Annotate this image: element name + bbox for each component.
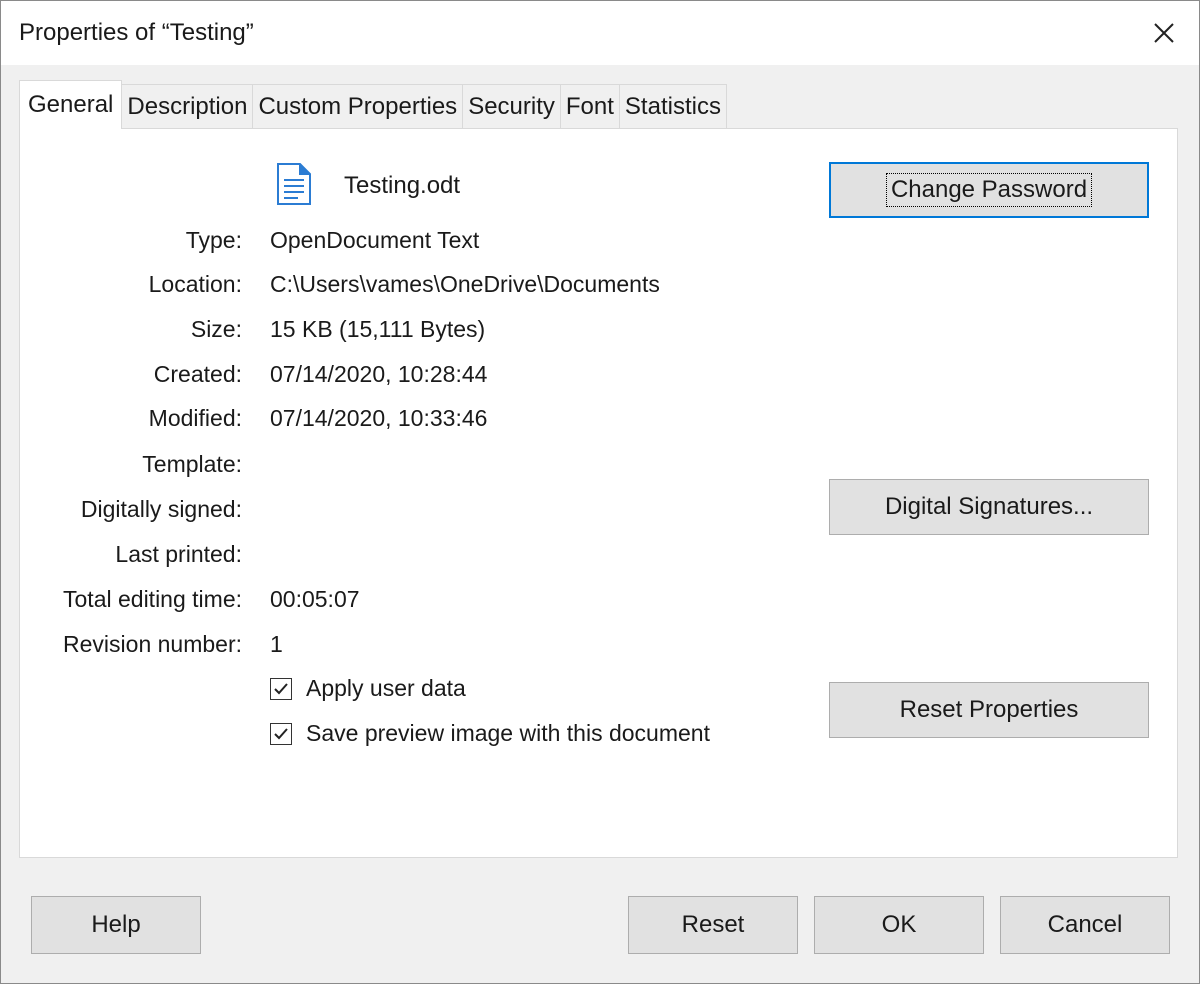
checkbox-box[interactable]: [270, 677, 292, 700]
close-button[interactable]: [1129, 1, 1199, 65]
tab-custom-properties[interactable]: Custom Properties: [252, 84, 464, 129]
apply-user-data-checkbox[interactable]: Apply user data: [270, 675, 466, 702]
type-label: Type:: [185, 227, 242, 253]
checkbox-box[interactable]: [270, 722, 292, 745]
checkmark-icon: [274, 682, 288, 694]
change-password-label: Change Password: [885, 173, 1093, 207]
ok-button[interactable]: OK: [814, 896, 984, 954]
modified-label: Modified:: [148, 405, 242, 431]
dialog-title: Properties of “Testing”: [19, 19, 254, 46]
help-button[interactable]: Help: [31, 896, 201, 954]
total-editing-time-label: Total editing time:: [63, 586, 242, 612]
tab-bar: General Description Custom Properties Se…: [19, 80, 727, 129]
reset-button[interactable]: Reset: [628, 896, 798, 954]
change-password-button[interactable]: Change Password: [829, 162, 1149, 218]
last-printed-label: Last printed:: [115, 541, 242, 567]
save-preview-checkbox[interactable]: Save preview image with this document: [270, 720, 710, 747]
file-name: Testing.odt: [344, 172, 461, 199]
digitally-signed-label: Digitally signed:: [80, 496, 242, 522]
revision-number-value: 1: [270, 631, 283, 657]
created-value: 07/14/2020, 10:28:44: [270, 361, 488, 387]
digital-signatures-button[interactable]: Digital Signatures...: [829, 479, 1149, 535]
close-icon: [1154, 23, 1174, 43]
apply-user-data-label: Apply user data: [306, 675, 466, 701]
location-value: C:\Users\vames\OneDrive\Documents: [270, 271, 660, 297]
tab-security[interactable]: Security: [462, 84, 561, 129]
tab-font[interactable]: Font: [559, 84, 620, 129]
total-editing-time-value: 00:05:07: [270, 586, 360, 612]
document-icon: [277, 163, 311, 205]
template-label: Template:: [142, 451, 242, 477]
title-bar: Properties of “Testing”: [1, 1, 1199, 65]
size-value: 15 KB (15,111 Bytes): [270, 316, 486, 342]
modified-value: 07/14/2020, 10:33:46: [270, 405, 488, 431]
location-label: Location:: [148, 271, 242, 297]
size-label: Size:: [190, 316, 242, 342]
created-label: Created:: [153, 361, 242, 387]
reset-properties-button[interactable]: Reset Properties: [829, 682, 1149, 738]
checkmark-icon: [274, 727, 288, 739]
tab-description[interactable]: Description: [121, 84, 254, 129]
save-preview-label: Save preview image with this document: [306, 720, 710, 746]
general-panel: Testing.odt Type: OpenDocument Text Loca…: [19, 128, 1178, 858]
tab-statistics[interactable]: Statistics: [618, 84, 727, 129]
type-value: OpenDocument Text: [270, 227, 480, 253]
cancel-button[interactable]: Cancel: [1000, 896, 1170, 954]
revision-number-label: Revision number:: [63, 631, 242, 657]
tab-general[interactable]: General: [19, 80, 123, 129]
properties-dialog: Properties of “Testing” General Descript…: [0, 0, 1200, 984]
